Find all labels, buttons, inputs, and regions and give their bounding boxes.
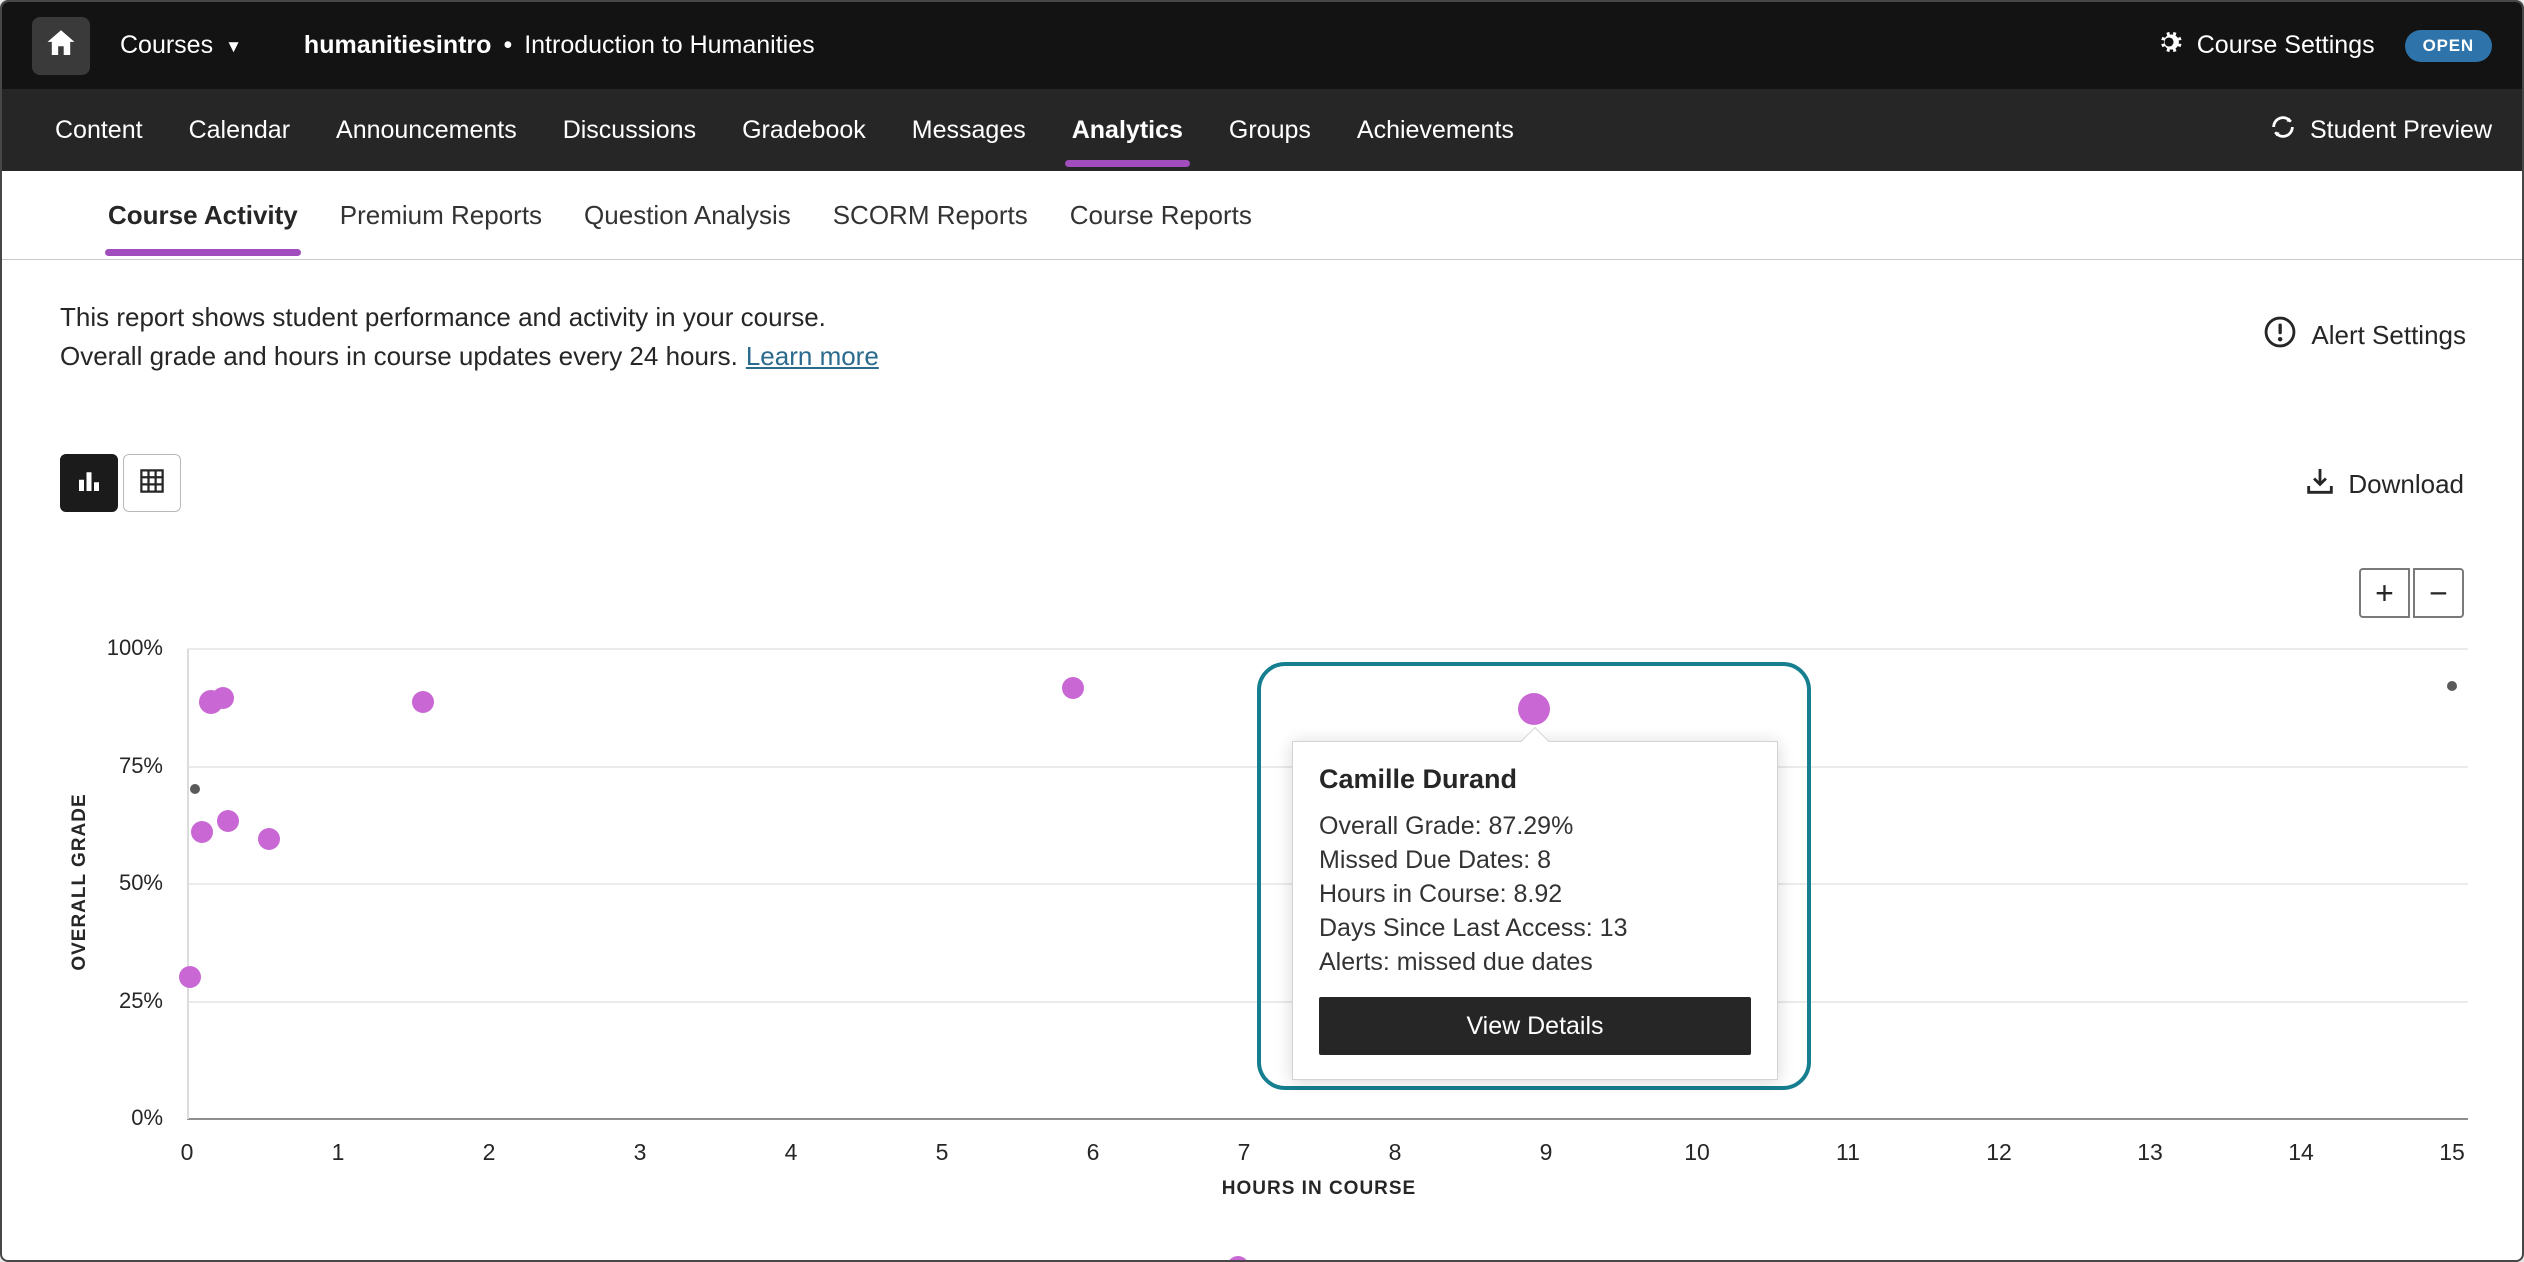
x-tick-label: 13 [2137,1139,2163,1166]
student-tooltip: Camille Durand Overall Grade: 87.29% Mis… [1292,741,1778,1080]
x-tick-label: 9 [1540,1139,1553,1166]
x-tick-label: 4 [785,1139,798,1166]
x-tick-label: 14 [2288,1139,2314,1166]
x-axis-line [187,1118,2468,1120]
y-tick-label: 75% [2,753,163,779]
y-axis-line [187,649,189,1119]
data-point[interactable] [412,691,434,713]
data-point[interactable] [190,784,200,794]
y-tick-label: 100% [2,635,163,661]
x-tick-label: 1 [332,1139,345,1166]
data-point[interactable] [258,828,280,850]
x-tick-label: 0 [181,1139,194,1166]
tooltip-student-name: Camille Durand [1319,764,1751,795]
tooltip-hours-in-course: Hours in Course: 8.92 [1319,877,1751,911]
y-tick-label: 0% [2,1105,163,1131]
analytics-page: Courses ▼ humanitiesintro • Introduction… [0,0,2524,1262]
x-tick-label: 7 [1238,1139,1251,1166]
data-point[interactable] [217,810,239,832]
x-tick-label: 5 [936,1139,949,1166]
data-point[interactable] [179,966,201,988]
x-tick-label: 8 [1389,1139,1402,1166]
scatter-chart: OVERALL GRADE HOURS IN COURSE 100%75%50%… [2,2,2522,1260]
x-tick-label: 6 [1087,1139,1100,1166]
tooltip-days-since-access: Days Since Last Access: 13 [1319,911,1751,945]
tooltip-missed-due-dates: Missed Due Dates: 8 [1319,843,1751,877]
x-tick-label: 10 [1684,1139,1710,1166]
tooltip-alerts: Alerts: missed due dates [1319,945,1751,979]
data-point[interactable] [212,687,234,709]
y-tick-label: 25% [2,988,163,1014]
x-tick-label: 11 [1836,1139,1860,1166]
data-point-highlighted[interactable] [1518,693,1550,725]
partial-data-point[interactable] [1227,1256,1249,1262]
x-axis-label: HOURS IN COURSE [1222,1178,1416,1200]
x-tick-label: 15 [2439,1139,2465,1166]
x-tick-label: 2 [483,1139,496,1166]
data-point[interactable] [1062,677,1084,699]
y-tick-label: 50% [2,870,163,896]
x-tick-label: 12 [1986,1139,2012,1166]
data-point[interactable] [2447,681,2457,691]
data-point[interactable] [191,821,213,843]
tooltip-overall-grade: Overall Grade: 87.29% [1319,809,1751,843]
gridline [187,648,2468,650]
view-details-button[interactable]: View Details [1319,997,1751,1055]
x-tick-label: 3 [634,1139,647,1166]
